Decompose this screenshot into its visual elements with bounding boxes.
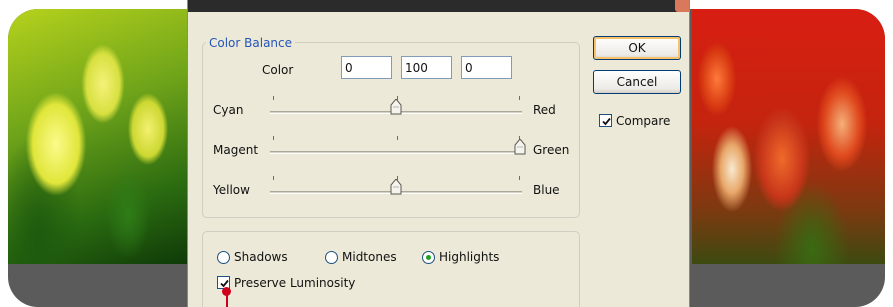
- ok-button[interactable]: OK: [593, 36, 681, 60]
- tick-mark: [519, 176, 520, 180]
- slider-thumb[interactable]: [390, 98, 402, 115]
- tick-mark: [273, 176, 274, 180]
- magenta-green-slider[interactable]: [270, 151, 522, 154]
- compare-label: Compare: [616, 114, 671, 128]
- yellow-label: Yellow: [213, 183, 250, 197]
- color-levels-label: Color: [262, 63, 294, 77]
- highlights-label: Highlights: [439, 250, 500, 264]
- preserve-luminosity-label: Preserve Luminosity: [234, 276, 356, 290]
- compare-checkbox[interactable]: [599, 114, 612, 127]
- tone-balance-group: [202, 231, 580, 307]
- highlights-radio[interactable]: [422, 251, 435, 264]
- pointer-dot-icon: [222, 287, 231, 296]
- slider-thumb[interactable]: [514, 138, 526, 155]
- close-icon[interactable]: [675, 0, 689, 12]
- tick-mark: [519, 96, 520, 100]
- shadows-label: Shadows: [234, 250, 288, 264]
- blue-label: Blue: [533, 183, 560, 197]
- tick-mark: [273, 136, 274, 140]
- cyan-label: Cyan: [213, 103, 244, 117]
- red-label: Red: [533, 103, 556, 117]
- cyan-red-level-input[interactable]: [341, 56, 392, 79]
- midtones-label: Midtones: [342, 250, 397, 264]
- cancel-button[interactable]: Cancel: [593, 70, 681, 94]
- radio-selected-dot: [426, 255, 431, 260]
- magenta-label: Magenta: [213, 143, 258, 157]
- tick-mark: [397, 136, 398, 140]
- yellow-blue-level-input[interactable]: [461, 56, 512, 79]
- yellow-tulips-image: [8, 9, 188, 264]
- green-label: Green: [533, 143, 570, 157]
- shadows-radio[interactable]: [217, 251, 230, 264]
- midtones-radio[interactable]: [325, 251, 338, 264]
- tick-mark: [273, 96, 274, 100]
- group-title: Color Balance: [206, 36, 296, 50]
- slider-thumb[interactable]: [390, 178, 402, 195]
- dialog-titlebar: [188, 0, 689, 12]
- red-tulips-image: [692, 9, 885, 264]
- magenta-green-level-input[interactable]: [401, 56, 452, 79]
